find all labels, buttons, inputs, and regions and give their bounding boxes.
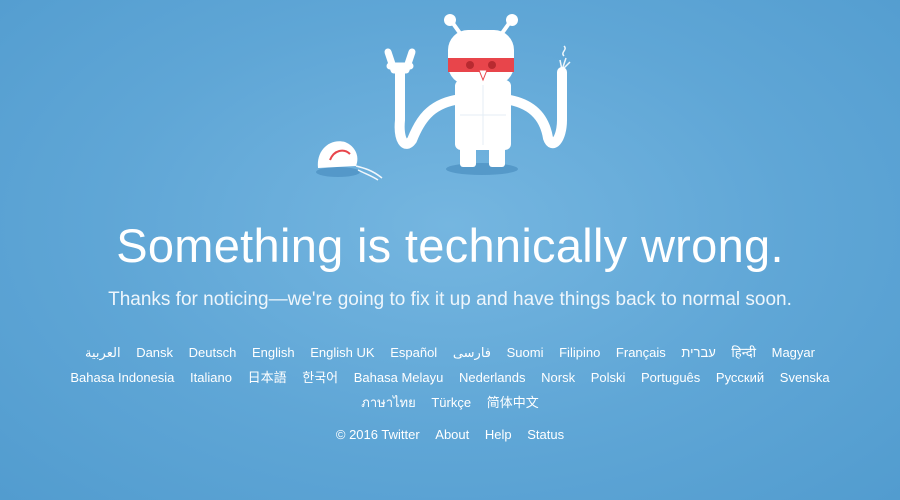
- loose-wires: [355, 165, 383, 181]
- language-selector: العربية Dansk Deutsch English English UK…: [30, 340, 870, 415]
- robot-right-leg: [489, 145, 505, 167]
- robot-right-eye: [488, 61, 496, 69]
- footer: © 2016 Twitter About Help Status: [0, 424, 900, 446]
- language-link[interactable]: Norsk: [541, 370, 575, 385]
- status-link[interactable]: Status: [527, 427, 564, 442]
- help-link[interactable]: Help: [485, 427, 512, 442]
- language-link[interactable]: Türkçe: [431, 395, 471, 410]
- language-link[interactable]: Português: [641, 370, 700, 385]
- language-link[interactable]: Español: [390, 345, 437, 360]
- language-link[interactable]: 한국어: [302, 370, 338, 385]
- language-link[interactable]: Русский: [716, 370, 764, 385]
- language-link[interactable]: English: [252, 345, 295, 360]
- language-link[interactable]: עברית: [681, 345, 715, 360]
- language-link[interactable]: 简体中文: [487, 395, 539, 410]
- language-link[interactable]: English UK: [310, 345, 374, 360]
- broken-dome-piece: [317, 141, 358, 168]
- error-headline: Something is technically wrong.: [116, 219, 784, 272]
- language-link[interactable]: Bahasa Melayu: [354, 370, 444, 385]
- language-link[interactable]: Nederlands: [459, 370, 526, 385]
- language-link[interactable]: 日本語: [248, 370, 287, 385]
- language-link[interactable]: ภาษาไทย: [361, 395, 415, 410]
- language-link[interactable]: Suomi: [507, 345, 544, 360]
- robot-left-claw: [384, 48, 416, 74]
- language-link[interactable]: Svenska: [780, 370, 830, 385]
- language-link[interactable]: العربية: [85, 345, 121, 360]
- language-link[interactable]: فارسی: [453, 345, 491, 360]
- language-link[interactable]: Français: [616, 345, 666, 360]
- language-link[interactable]: Dansk: [136, 345, 173, 360]
- head-shadow: [316, 167, 360, 177]
- language-link[interactable]: Italiano: [190, 370, 232, 385]
- robot-left-leg: [460, 145, 476, 167]
- language-link[interactable]: Filipino: [559, 345, 600, 360]
- robot-head: [448, 30, 514, 85]
- language-link[interactable]: Magyar: [772, 345, 815, 360]
- robot-right-arm: [505, 67, 567, 149]
- robot-left-eye: [466, 61, 474, 69]
- about-link[interactable]: About: [435, 427, 469, 442]
- spark-wire: [559, 45, 571, 71]
- language-link[interactable]: Bahasa Indonesia: [70, 370, 174, 385]
- broken-robot-illustration: [316, 14, 571, 181]
- copyright-text: © 2016 Twitter: [335, 427, 420, 442]
- language-link[interactable]: Deutsch: [189, 345, 237, 360]
- language-link[interactable]: Polski: [591, 370, 626, 385]
- robot-shadow: [446, 163, 518, 175]
- robot-left-arm: [394, 65, 460, 149]
- error-message: Thanks for noticing—we're going to fix i…: [108, 289, 792, 310]
- language-link[interactable]: हिन्दी: [731, 345, 756, 360]
